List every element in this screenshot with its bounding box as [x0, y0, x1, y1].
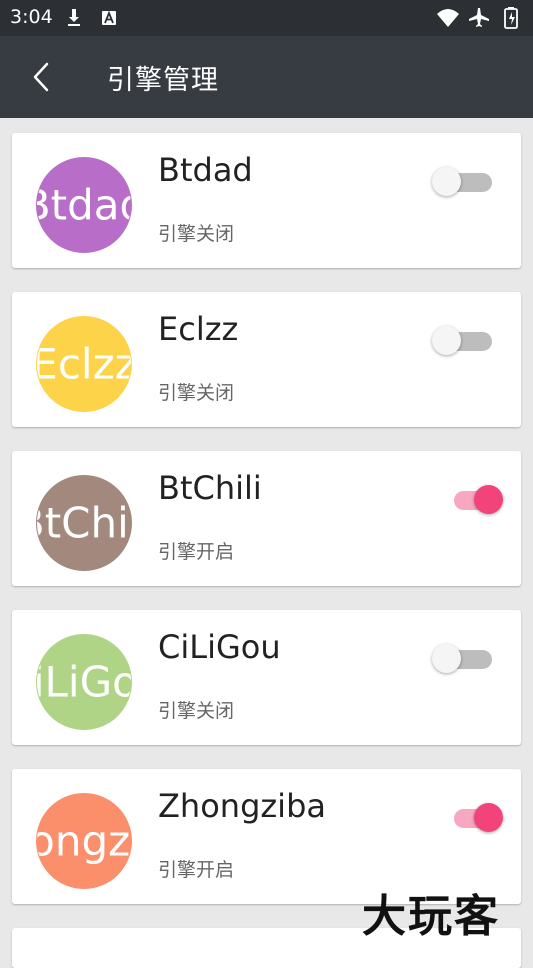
download-icon [68, 9, 80, 26]
engine-avatar: Zhongziba [36, 793, 132, 889]
battery-icon [504, 7, 518, 29]
engine-card-btchili[interactable]: BtChili BtChili 引擎开启 [12, 451, 521, 586]
engine-card-ciligou[interactable]: CiLiGou CiLiGou 引擎关闭 [12, 610, 521, 745]
toggle-thumb [474, 803, 503, 832]
avatar-text: Btdad [37, 180, 131, 230]
engine-name: Zhongziba [158, 787, 326, 825]
page-title: 引擎管理 [107, 65, 219, 96]
app-bar: 引擎管理 [0, 36, 533, 118]
back-button[interactable] [20, 54, 64, 100]
watermark-logo: 大玩客 [362, 891, 500, 942]
engine-card-eclzz[interactable]: Eclzz Eclzz 引擎关闭 [12, 292, 521, 427]
status-bar: 3:04 [0, 0, 533, 36]
avatar-text: BtChili [37, 498, 131, 548]
engine-toggle[interactable] [432, 799, 504, 835]
engine-toggle[interactable] [432, 163, 504, 199]
engine-status: 引擎开启 [158, 859, 235, 881]
wifi-icon [437, 9, 459, 27]
toggle-thumb [474, 485, 503, 514]
engine-avatar: Btdad [36, 157, 132, 253]
status-system-icons [437, 7, 518, 29]
avatar-text: CiLiGou [36, 657, 131, 707]
toggle-thumb [432, 167, 461, 196]
engine-name: CiLiGou [158, 628, 281, 666]
avatar-text: Zhongziba [37, 816, 131, 866]
avatar-text: Eclzz [36, 339, 132, 389]
engine-status: 引擎关闭 [158, 700, 235, 722]
engine-card-btdad[interactable]: Btdad Btdad 引擎关闭 [12, 133, 521, 268]
engine-avatar: BtChili [36, 475, 132, 571]
status-notification-icons [68, 9, 116, 26]
engine-toggle[interactable] [432, 322, 504, 358]
chevron-left-icon [33, 62, 49, 92]
engine-status: 引擎开启 [158, 541, 235, 563]
toggle-thumb [432, 326, 461, 355]
engine-name: BtChili [158, 469, 262, 507]
engine-name: Btdad [158, 151, 253, 189]
status-time: 3:04 [10, 6, 53, 28]
engine-name: Eclzz [158, 310, 239, 348]
engine-toggle[interactable] [432, 640, 504, 676]
airplane-icon [469, 8, 489, 27]
toggle-thumb [432, 644, 461, 673]
engine-avatar: CiLiGou [36, 634, 132, 730]
engine-status: 引擎关闭 [158, 382, 235, 404]
engine-avatar: Eclzz [36, 316, 132, 412]
engine-toggle[interactable] [432, 481, 504, 517]
engine-status: 引擎关闭 [158, 223, 235, 245]
app-a-icon [102, 10, 116, 25]
